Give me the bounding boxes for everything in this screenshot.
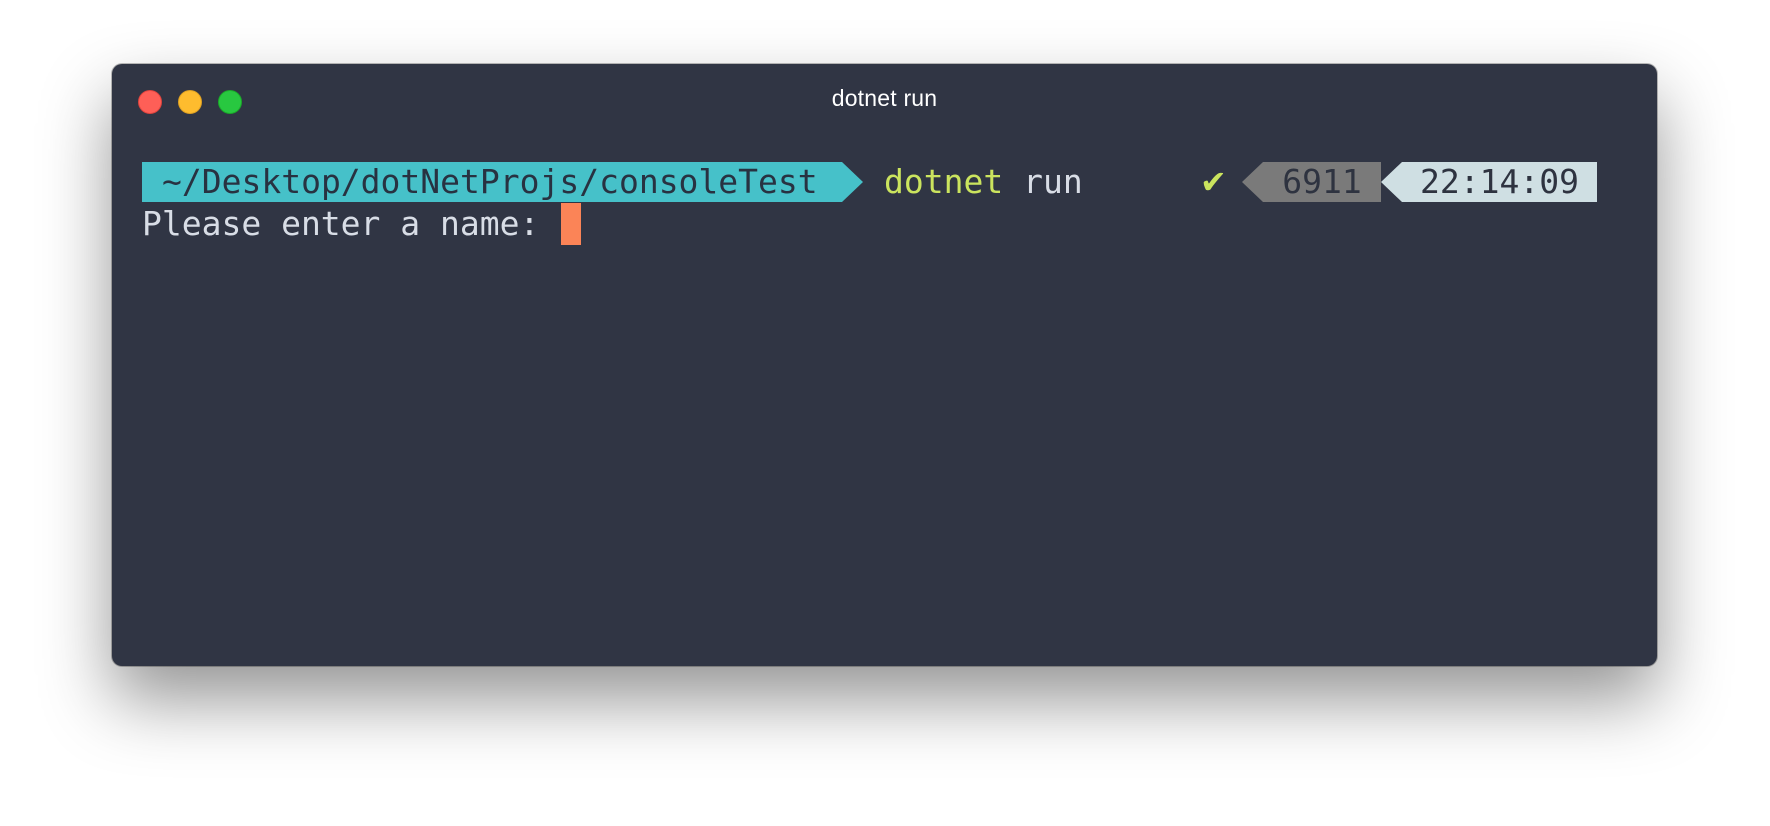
pid-segment-arrow: [1242, 162, 1263, 202]
terminal-window: dotnet run ~/Desktop/dotNetProjs/console…: [112, 64, 1657, 666]
command-text: dotnet run: [884, 162, 1083, 202]
check-icon: ✔: [1200, 163, 1227, 201]
input-prompt-text: Please enter a name:: [142, 204, 560, 243]
time-segment-arrow: [1381, 162, 1402, 202]
title-bar: dotnet run: [112, 64, 1657, 136]
prompt-line: ~/Desktop/dotNetProjs/consoleTest dotnet…: [142, 162, 1627, 202]
prompt-path-segment: ~/Desktop/dotNetProjs/consoleTest: [142, 162, 842, 202]
command-argument: run: [1023, 162, 1083, 201]
output-line: Please enter a name:: [142, 203, 582, 245]
command-name: dotnet: [884, 162, 1004, 201]
text-cursor[interactable]: [561, 203, 582, 245]
path-segment-arrow: [842, 162, 863, 202]
window-title: dotnet run: [831, 85, 938, 111]
time-segment: 22:14:09: [1402, 162, 1597, 202]
pid-segment: 6911: [1263, 162, 1381, 202]
